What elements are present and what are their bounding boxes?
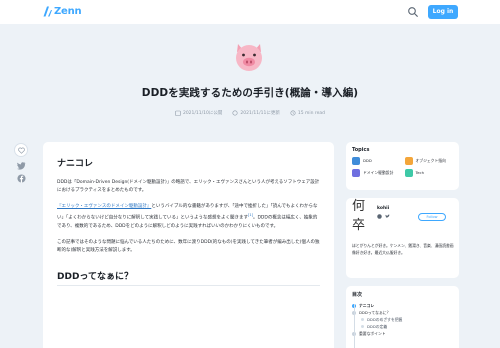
section-heading-ddd: DDDってなぁに？	[57, 269, 320, 286]
topics-panel: Topics DDD オブジェクト指向 ドメイン駆動設計 Tech	[346, 142, 459, 190]
article-title: DDDを実践するための手引き(概論・導入編)	[141, 87, 359, 99]
toc-item[interactable]: DDDのめざすを把握	[352, 316, 453, 323]
toc-item-label: 重要なポイント	[359, 330, 386, 336]
topic-label: Tech	[415, 169, 425, 175]
topic-label: ドメイン駆動設計	[363, 169, 394, 175]
author-panel: 何卒 kohii Follow ほとがりんとが好き。ケンメン、銭湯き、音楽、漫画…	[346, 198, 459, 278]
toc-item[interactable]: ナニコレ	[352, 302, 453, 309]
author-social-links	[377, 214, 390, 219]
refresh-icon	[232, 110, 238, 116]
published-date-text: 2021/11/10に公開	[182, 111, 223, 116]
top-navbar: Zenn Log in	[0, 0, 500, 24]
facebook-icon[interactable]	[16, 174, 26, 183]
read-time-text: 15 min read	[297, 110, 326, 116]
like-button[interactable]	[14, 143, 28, 157]
author-bio: ほとがりんとが好き。ケンメン、銭湯き、音楽、漫画読書画像好き好き。最近大仏服好き…	[352, 243, 454, 255]
toc-item[interactable]: DDDの定義	[352, 323, 453, 330]
ddd-topic-icon	[352, 157, 360, 165]
toc-item-label: DDDってなぁに？	[359, 309, 391, 315]
toc-dot	[361, 325, 364, 328]
updated-date: 2021/11/11に更新	[232, 110, 280, 116]
share-actions	[14, 143, 28, 183]
avatar[interactable]: 何卒	[352, 199, 372, 233]
toc-dot	[361, 318, 364, 321]
follow-button[interactable]: Follow	[418, 213, 446, 221]
topic-ddd[interactable]: DDD	[352, 157, 401, 165]
twitter-icon[interactable]	[385, 214, 390, 219]
oop-topic-icon	[404, 157, 413, 165]
article-meta: 2021/11/10に公開 2021/11/11に更新 15 min read	[0, 110, 500, 116]
logo-text: Zenn	[54, 6, 82, 17]
login-button[interactable]: Log in	[428, 5, 458, 19]
published-date: 2021/11/10に公開	[175, 110, 222, 116]
toc-item-label: DDDの定義	[367, 323, 388, 329]
topic-tech[interactable]: Tech	[404, 169, 454, 177]
pig-face-icon	[236, 44, 262, 71]
read-time: 15 min read	[290, 110, 325, 116]
updated-date-text: 2021/11/11に更新	[240, 111, 280, 116]
book-link[interactable]: 『エリック・エヴァンスのドメイン駆動設計』	[57, 204, 151, 209]
topic-label: DDD	[363, 157, 372, 163]
toc-list: ナニコレ DDDってなぁに？ DDDのめざすを把握 DDDの定義 重要なポイント	[352, 302, 453, 348]
heart-icon	[17, 147, 25, 154]
paragraph-intro: DDDは「Domain-Driven Design(ドメイン駆動設計)」の略語で…	[57, 180, 320, 193]
topics-list: DDD オブジェクト指向 ドメイン駆動設計 Tech	[352, 157, 453, 177]
toc-item[interactable]: 重要なポイント	[352, 330, 453, 337]
toc-panel: 目次 ナニコレ DDDってなぁに？ DDDのめざすを把握 DDDの定義 重要なポ…	[346, 286, 459, 348]
topic-label: オブジェクト指向	[415, 157, 446, 163]
topics-title: Topics	[352, 147, 370, 153]
zenn-logo-icon	[43, 6, 52, 17]
author-name[interactable]: kohii	[377, 206, 389, 211]
search-icon[interactable]	[407, 6, 419, 18]
toc-item-label: DDDのめざすを把握	[367, 316, 403, 322]
github-icon[interactable]	[377, 214, 382, 219]
zenn-logo[interactable]: Zenn	[43, 6, 82, 17]
clock-icon	[290, 110, 296, 116]
calendar-icon	[175, 110, 181, 116]
paragraph-book: 『エリック・エヴァンスのドメイン駆動設計』というバイブル的な書籍がありますが、「…	[57, 203, 320, 231]
toc-item[interactable]: DDDってなぁに？	[352, 309, 453, 316]
section-heading-nanikore: ナニコレ	[57, 159, 94, 169]
topic-oop[interactable]: オブジェクト指向	[404, 157, 454, 165]
toc-item-label: ナニコレ	[359, 302, 375, 308]
toc-title: 目次	[352, 292, 363, 298]
twitter-icon[interactable]	[16, 161, 26, 170]
topic-domain-driven-design[interactable]: ドメイン駆動設計	[352, 169, 401, 177]
toc-line	[354, 304, 355, 348]
paragraph-purpose: この記事ではそのような問題に悩んでいる人たちのために、数年に渡りDDD(的なもの…	[57, 239, 320, 253]
domain-driven-design-topic-icon	[352, 169, 360, 177]
tech-topic-icon	[404, 169, 413, 177]
article-body: ナニコレ DDDは「Domain-Driven Design(ドメイン駆動設計)…	[43, 142, 334, 348]
